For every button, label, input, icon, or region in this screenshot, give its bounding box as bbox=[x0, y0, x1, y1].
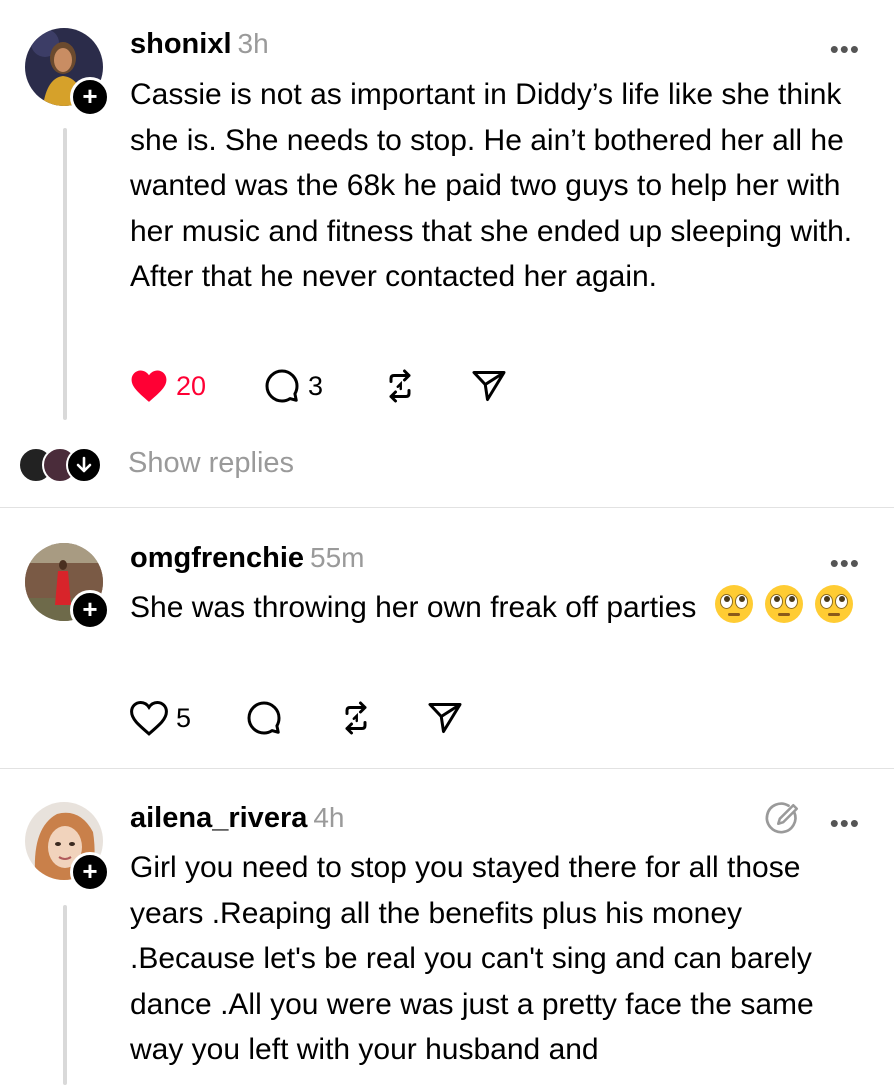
post-shonixl: + shonixl 3h ••• Cassie is not as importa… bbox=[0, 0, 894, 508]
follow-plus-icon[interactable]: + bbox=[70, 77, 110, 117]
reply-count: 3 bbox=[308, 370, 324, 401]
repost-icon bbox=[345, 701, 367, 735]
username-text[interactable]: ailena_rivera bbox=[130, 802, 307, 834]
username[interactable]: ailena_rivera 4h bbox=[130, 802, 345, 835]
heart-icon bbox=[130, 700, 168, 736]
rolling-eyes-emoji bbox=[815, 585, 854, 623]
like-button[interactable]: 5 bbox=[130, 698, 191, 738]
share-button[interactable] bbox=[470, 366, 508, 406]
like-count: 5 bbox=[176, 702, 192, 733]
rolling-eyes-emoji bbox=[714, 585, 753, 623]
username-text[interactable]: shonixl bbox=[130, 28, 232, 60]
more-options-icon[interactable]: ••• bbox=[830, 34, 860, 65]
like-count: 20 bbox=[176, 370, 207, 401]
follow-plus-icon[interactable]: + bbox=[70, 590, 110, 630]
post-text: Girl you need to stop you stayed there f… bbox=[130, 851, 814, 1066]
timestamp: 4h bbox=[313, 802, 345, 833]
username-text[interactable]: omgfrenchie bbox=[130, 542, 304, 574]
follow-plus-icon[interactable]: + bbox=[70, 852, 110, 892]
timestamp: 3h bbox=[237, 28, 269, 59]
comment-button[interactable] bbox=[246, 698, 282, 738]
like-button[interactable]: 20 bbox=[130, 366, 206, 406]
username[interactable]: omgfrenchie 55m bbox=[130, 542, 365, 575]
thread-line bbox=[63, 128, 67, 420]
repost-button[interactable] bbox=[338, 698, 374, 738]
action-bar: 20 3 bbox=[130, 366, 530, 406]
send-icon bbox=[472, 371, 506, 401]
comment-button[interactable]: 3 bbox=[264, 366, 323, 406]
timestamp: 55m bbox=[310, 542, 365, 573]
repost-button[interactable] bbox=[382, 366, 418, 406]
repost-icon bbox=[389, 369, 411, 403]
more-options-icon[interactable]: ••• bbox=[830, 808, 860, 839]
more-options-icon[interactable]: ••• bbox=[830, 548, 860, 579]
post-ailena-rivera: + ailena_rivera 4h ••• Girl you need to s… bbox=[0, 769, 894, 1085]
comment-icon bbox=[265, 369, 299, 403]
thread-line bbox=[63, 905, 67, 1085]
rolling-eyes-emoji bbox=[765, 585, 804, 623]
post-text: She was throwing her own freak off parti… bbox=[130, 591, 697, 624]
post-omgfrenchie: + omgfrenchie 55m ••• She was throwing he… bbox=[0, 508, 894, 768]
username[interactable]: shonixl 3h bbox=[130, 28, 269, 61]
chevron-down-icon bbox=[66, 447, 102, 483]
post-text-container: She was throwing her own freak off parti… bbox=[130, 585, 870, 631]
share-button[interactable] bbox=[426, 698, 464, 738]
post-text: Cassie is not as important in Diddy’s li… bbox=[130, 78, 853, 293]
action-bar: 5 bbox=[130, 698, 530, 738]
edited-icon[interactable] bbox=[764, 800, 802, 838]
show-replies-link[interactable]: Show replies bbox=[128, 447, 294, 480]
heart-filled-icon bbox=[131, 370, 167, 402]
send-icon bbox=[428, 703, 462, 733]
comment-icon bbox=[247, 701, 281, 735]
reply-avatars[interactable] bbox=[18, 447, 113, 483]
